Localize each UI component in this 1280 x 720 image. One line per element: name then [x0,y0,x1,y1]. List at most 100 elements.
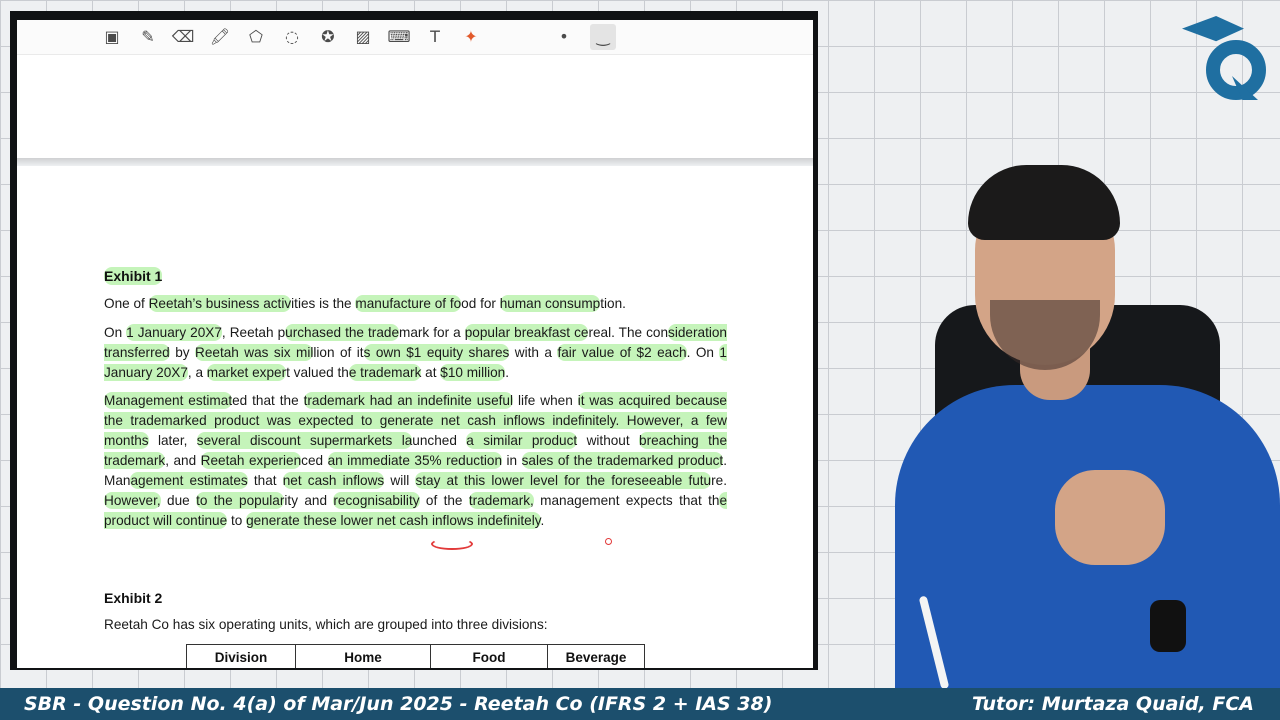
highlighted-text: s own $1 equity shares [363,344,510,361]
text-segment: that [247,473,283,488]
logo-ring [1206,40,1266,100]
text-segment: lion of it [313,345,364,360]
highlighted-text: an immediate 35% reduction [327,452,503,469]
text-segment: at [421,365,441,380]
annotation-toolbar: ▣ ✎ ⌫ 🖍 ⬠ ◌ ✪ ▨ ⌨ T ✦ • ‿ [17,20,813,55]
divisions-table: Division Home Food Beverage [186,644,645,668]
text-segment: without [577,433,640,448]
highlighted-text: Reetah was six mil [195,344,314,361]
text-segment: . [540,513,545,528]
highlighted-text: agement estimates [130,472,248,489]
text-segment: t valued th [286,365,349,380]
red-ink-underline [431,538,473,550]
highlighted-text: trademark had an indefinite useful [303,392,514,409]
text-segment: , a [187,365,207,380]
highlighter-tool-icon[interactable]: 🖍 [209,26,231,48]
text-segment: , Reetah p [221,325,286,340]
lesson-title: SBR - Question No. 4(a) of Mar/Jun 2025 … [24,693,773,715]
table-row: Division Home Food Beverage [186,644,645,668]
highlighted-text: sales of the trademarked product [521,452,724,469]
exhibit-1-heading: Exhibit 1 [104,267,163,285]
text-segment: , and [165,453,201,468]
table-header-cell: Division [186,644,296,668]
tutor-name: Tutor: Murtaza Quaid, FCA [971,693,1254,715]
highlighted-text: manufacture of fo [355,295,462,312]
highlighted-text: a similar product [466,432,578,449]
text-tool-icon[interactable]: T [424,26,446,48]
paragraph-1: One of Reetah’s business activities is t… [104,294,727,314]
exhibit-2-heading: Exhibit 2 [104,590,163,606]
keyboard-tool-icon[interactable]: ⌨ [387,26,410,48]
highlighted-text: Management estimat [104,392,233,409]
red-ink-dot [605,538,612,545]
channel-logo [1182,10,1272,102]
image-edit-tool-icon[interactable]: ▣ [101,26,123,48]
text-segment: ities is the [291,296,356,311]
eraser-tool-icon[interactable]: ⌫ [172,26,195,48]
text-segment: life when [513,393,578,408]
text-segment: real. The con [588,325,669,340]
table-header-cell: Home [295,644,431,668]
pen-size-small-icon[interactable]: • [553,26,575,48]
text-segment: ity and [284,493,334,508]
image-tool-icon[interactable]: ▨ [352,26,374,48]
highlighted-text: human consump [499,295,601,312]
highlighted-text: Reetah’s business activ [148,295,292,312]
exhibit-1-heading-text: Exhibit 1 [104,267,163,285]
highlighted-text: 1 January 20X7 [126,324,222,341]
text-segment: by [169,345,196,360]
text-segment: of the [419,493,469,508]
document-page[interactable]: Exhibit 1 One of Reetah’s business activ… [17,166,813,668]
text-segment: ed that the [232,393,304,408]
text-segment: management expects that th [533,493,720,508]
note-app-canvas[interactable]: ▣ ✎ ⌫ 🖍 ⬠ ◌ ✪ ▨ ⌨ T ✦ • ‿ Exhibit 1 One of Reetah’s … [17,20,813,668]
highlighted-text: stay at this lower level for the foresee… [415,472,712,489]
highlighted-text: fair value of $2 each [557,344,687,361]
highlighted-text: Reetah experien [200,452,302,469]
text-segment: with a [509,345,558,360]
text-segment: due [160,493,197,508]
paragraph-4: Reetah Co has six operating units, which… [104,617,548,632]
page-separator [17,158,813,166]
highlighted-text: market exper [206,364,287,381]
text-segment: to [227,513,247,528]
text-segment: mark for a [399,325,465,340]
pen-stroke-style-icon[interactable]: ‿ [590,24,616,50]
text-segment: later, [148,433,197,448]
laser-pointer-tool-icon[interactable]: ✦ [460,26,482,48]
presenter-hand [1055,470,1165,565]
highlighted-text: to the popular [196,492,285,509]
text-segment: On [104,325,127,340]
text-segment: od for [461,296,500,311]
highlighted-text: net cash inflows [282,472,385,489]
table-header-cell: Beverage [547,644,645,668]
highlighted-text: trademark, [468,492,534,509]
paragraph-3: Management estimated that the trademark … [104,391,728,531]
highlighted-text: urchased the trade [285,324,400,341]
highlighted-text: several discount supermarkets la [196,432,413,449]
highlighted-text: $10 million [440,364,506,381]
sticker-tool-icon[interactable]: ✪ [317,26,339,48]
text-segment: will [384,473,416,488]
table-header-cell: Food [430,644,548,668]
presenter-hair [968,165,1120,240]
video-caption-bar: SBR - Question No. 4(a) of Mar/Jun 2025 … [0,688,1280,720]
highlighted-text: However, [104,492,161,509]
text-segment: tion. [600,296,626,311]
text-segment: unched [412,433,467,448]
paragraph-2: On 1 January 20X7, Reetah purchased the … [104,323,727,383]
wristwatch [1150,600,1186,652]
text-segment: re. [711,473,727,488]
text-segment: . [505,365,510,380]
shapes-tool-icon[interactable]: ⬠ [245,26,267,48]
text-segment: ced [301,453,328,468]
pen-tool-icon[interactable]: ✎ [137,26,159,48]
highlighted-text: popular breakfast ce [464,324,589,341]
text-segment: . On [686,345,720,360]
highlighted-text: generate these lower net cash inflows in… [246,512,541,529]
text-segment: One of [104,296,149,311]
highlighted-text: e trademark [348,364,422,381]
highlighted-text: recognisability [333,492,420,509]
text-segment: in [502,453,522,468]
lasso-tool-icon[interactable]: ◌ [281,26,303,48]
